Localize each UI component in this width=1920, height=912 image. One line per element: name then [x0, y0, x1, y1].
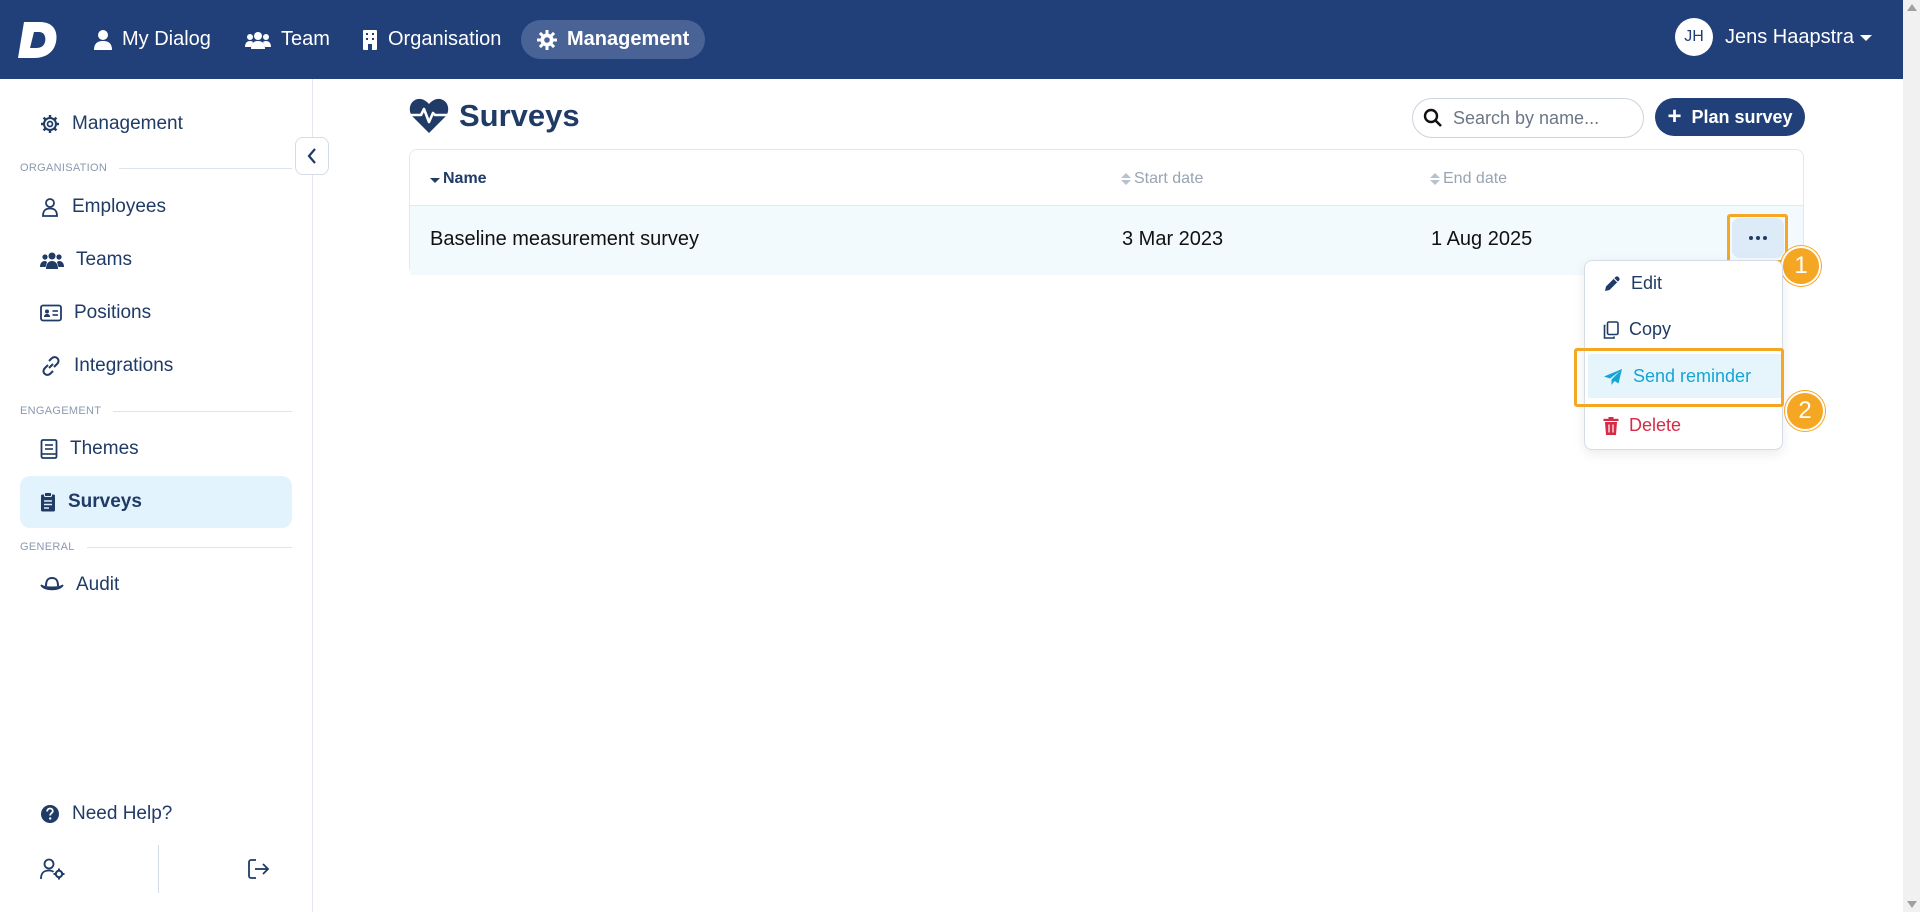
sidebar-item-integrations[interactable]: Integrations: [20, 340, 292, 392]
menu-item-label: Edit: [1631, 273, 1663, 293]
plan-survey-button[interactable]: + Plan survey: [1655, 98, 1805, 136]
nav-organisation-label: Organisation: [388, 28, 502, 50]
search-input[interactable]: [1453, 107, 1633, 129]
end-date-cell: 1 Aug 2025: [1431, 228, 1533, 250]
sidebar-item-label: Integrations: [74, 355, 174, 376]
sidebar-item-label: Employees: [72, 196, 166, 217]
section-label-organisation: ORGANISATION: [20, 162, 292, 174]
menu-item-copy[interactable]: Copy: [1603, 319, 1671, 340]
search-box[interactable]: [1412, 98, 1644, 138]
survey-name-cell: Baseline measurement survey: [430, 228, 700, 250]
heart-pulse-icon: [409, 98, 449, 133]
step-badge-1: 1: [1781, 246, 1821, 286]
sidebar-item-themes[interactable]: Themes: [20, 423, 292, 475]
sidebar-item-label: Teams: [76, 249, 132, 270]
gear-outline-icon: [41, 115, 59, 133]
user-icon: [94, 29, 112, 50]
top-navbar: My Dialog Team Organisation Management J…: [0, 0, 1903, 79]
trash-icon: [1603, 416, 1619, 435]
sidebar-item-audit[interactable]: Audit: [20, 559, 292, 611]
avatar: JH: [1675, 18, 1713, 56]
nav-organisation[interactable]: Organisation: [346, 20, 517, 59]
surveys-table: Name Start date End date Baseline measur…: [409, 149, 1804, 275]
highlight-send-reminder: [1574, 348, 1784, 407]
sidebar-item-label: Management: [72, 113, 183, 134]
sidebar-item-surveys[interactable]: Surveys: [20, 476, 292, 528]
scroll-up-arrow-icon[interactable]: [1907, 4, 1917, 11]
nav-team-label: Team: [281, 28, 330, 50]
plus-icon: +: [1667, 103, 1682, 130]
user-settings-icon[interactable]: [40, 858, 66, 880]
menu-item-edit[interactable]: Edit: [1603, 273, 1662, 294]
need-help-link[interactable]: Need Help?: [20, 788, 292, 840]
nav-management[interactable]: Management: [521, 20, 706, 59]
search-icon: [1423, 108, 1442, 127]
highlight-actions-button: [1727, 214, 1788, 263]
plan-survey-label: Plan survey: [1691, 106, 1793, 127]
sidebar-footer-divider: [158, 845, 159, 893]
user-menu[interactable]: JH Jens Haapstra: [1675, 18, 1872, 56]
page-title: Surveys: [409, 98, 580, 134]
pencil-icon: [1605, 275, 1620, 291]
menu-item-label: Copy: [1629, 319, 1672, 339]
user-name: Jens Haapstra: [1725, 25, 1854, 48]
clipboard-icon: [41, 492, 55, 512]
nav-management-label: Management: [567, 28, 690, 50]
sort-icon: [1121, 173, 1131, 185]
link-icon: [42, 356, 60, 376]
sort-icon: [1430, 173, 1440, 185]
sidebar-item-label: Surveys: [68, 491, 142, 512]
sidebar-collapse-button[interactable]: [295, 137, 329, 175]
id-card-icon: [40, 304, 62, 322]
users-icon: [40, 252, 64, 269]
sidebar-item-management[interactable]: Management: [20, 98, 292, 150]
need-help-label: Need Help?: [72, 803, 173, 824]
start-date-cell: 3 Mar 2023: [1122, 228, 1224, 250]
building-icon: [363, 29, 377, 50]
nav-team[interactable]: Team: [229, 20, 346, 59]
hat-icon: [40, 577, 64, 591]
logout-icon[interactable]: [248, 859, 270, 879]
copy-icon: [1603, 320, 1619, 339]
page-title-text: Surveys: [459, 98, 580, 133]
section-label-general: GENERAL: [20, 541, 292, 553]
scroll-down-arrow-icon[interactable]: [1907, 901, 1917, 908]
column-header-start-date[interactable]: Start date: [1121, 170, 1203, 188]
sidebar-item-positions[interactable]: Positions: [20, 287, 292, 339]
step-badge-2: 2: [1785, 391, 1825, 431]
vertical-scrollbar[interactable]: [1903, 0, 1920, 912]
sidebar-item-label: Audit: [76, 574, 120, 595]
section-label-engagement: ENGAGEMENT: [20, 405, 292, 417]
menu-item-label: Delete: [1629, 415, 1682, 435]
column-header-name[interactable]: Name: [430, 170, 487, 188]
sidebar-item-label: Themes: [70, 438, 139, 459]
dialog-logo[interactable]: [18, 18, 60, 60]
caret-down-icon: [1859, 35, 1872, 41]
gear-icon: [537, 29, 557, 50]
nav-my-dialog-label: My Dialog: [122, 28, 211, 50]
users-icon: [245, 31, 271, 49]
sort-desc-icon: [430, 178, 440, 183]
menu-item-delete[interactable]: Delete: [1603, 415, 1681, 436]
question-circle-icon: [41, 805, 59, 823]
book-icon: [40, 439, 58, 459]
sidebar-item-label: Positions: [74, 302, 152, 323]
sidebar-item-employees[interactable]: Employees: [20, 181, 292, 233]
user-outline-icon: [42, 198, 58, 217]
sidebar-item-teams[interactable]: Teams: [20, 234, 292, 286]
chevron-left-icon: [307, 148, 316, 164]
nav-my-dialog[interactable]: My Dialog: [78, 20, 227, 59]
column-header-end-date[interactable]: End date: [1430, 170, 1507, 188]
